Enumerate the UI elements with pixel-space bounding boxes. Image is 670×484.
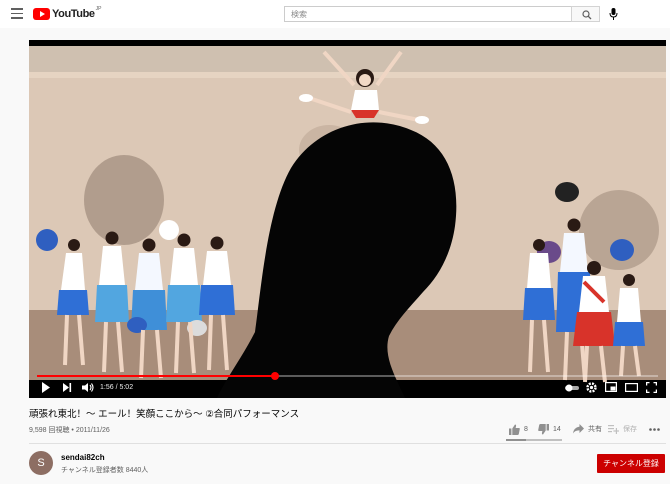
time-total: 5:02 bbox=[119, 384, 134, 391]
progress-bar[interactable] bbox=[37, 372, 658, 380]
save-label: 保存 bbox=[623, 426, 637, 433]
share-icon bbox=[573, 424, 584, 434]
channel-name[interactable]: sendai82ch bbox=[61, 453, 105, 462]
like-count: 8 bbox=[524, 425, 528, 433]
sentiment-bar bbox=[506, 439, 562, 441]
channel-avatar[interactable]: S bbox=[29, 451, 53, 475]
fullscreen-icon[interactable] bbox=[646, 382, 657, 393]
youtube-logo[interactable]: YouTube JP bbox=[33, 6, 102, 21]
next-icon[interactable] bbox=[62, 382, 72, 393]
play-icon[interactable] bbox=[41, 382, 51, 393]
upload-date: 2011/11/26 bbox=[75, 427, 110, 434]
more-horizontal-icon bbox=[649, 427, 660, 431]
more-actions-button[interactable] bbox=[649, 421, 664, 437]
video-frame bbox=[29, 40, 666, 398]
video-meta: 9,598 回視聴 • 2011/11/26 bbox=[29, 425, 110, 435]
sentiment-bar-likes bbox=[506, 439, 527, 441]
share-label: 共有 bbox=[588, 426, 602, 433]
progress-fill bbox=[37, 375, 276, 377]
theater-icon[interactable] bbox=[625, 383, 638, 392]
player-controls: 1:56 / 5:02 bbox=[29, 379, 666, 397]
volume-icon[interactable] bbox=[82, 382, 94, 393]
save-button[interactable]: 保存 bbox=[608, 421, 637, 437]
logo-region: JP bbox=[95, 6, 102, 12]
subscribe-button[interactable]: チャンネル登録 bbox=[597, 454, 665, 473]
divider bbox=[29, 443, 666, 444]
masthead: YouTube JP 検索 bbox=[0, 0, 670, 28]
save-playlist-icon bbox=[608, 424, 619, 434]
video-title: 頑張れ東北！～ エール！笑顔ここから～ ②合同パフォーマンス bbox=[29, 409, 300, 420]
dislike-button[interactable]: 14 bbox=[538, 421, 561, 437]
time-current: 1:56 bbox=[100, 384, 114, 391]
settings-icon[interactable] bbox=[586, 382, 597, 393]
menu-icon[interactable] bbox=[11, 8, 23, 19]
miniplayer-icon[interactable] bbox=[605, 382, 617, 392]
time-display: 1:56 / 5:02 bbox=[100, 384, 133, 391]
autoplay-toggle[interactable] bbox=[565, 384, 579, 392]
youtube-play-logo-icon bbox=[33, 8, 50, 20]
search-icon bbox=[582, 10, 592, 20]
logo-text: YouTube bbox=[52, 8, 95, 20]
like-button[interactable]: 8 bbox=[509, 421, 528, 437]
thumbs-up-icon bbox=[509, 424, 520, 435]
dislike-count: 14 bbox=[553, 425, 561, 433]
thumbs-down-icon bbox=[538, 423, 549, 434]
share-button[interactable]: 共有 bbox=[573, 421, 602, 437]
mic-icon[interactable] bbox=[609, 8, 618, 20]
search-input[interactable]: 検索 bbox=[284, 6, 572, 22]
search-button[interactable] bbox=[571, 6, 600, 22]
video-player[interactable]: 1:56 / 5:02 bbox=[29, 40, 666, 398]
subscriber-count: チャンネル登録者数 8440人 bbox=[61, 467, 149, 474]
view-count: 9,598 回視聴 bbox=[29, 427, 70, 434]
